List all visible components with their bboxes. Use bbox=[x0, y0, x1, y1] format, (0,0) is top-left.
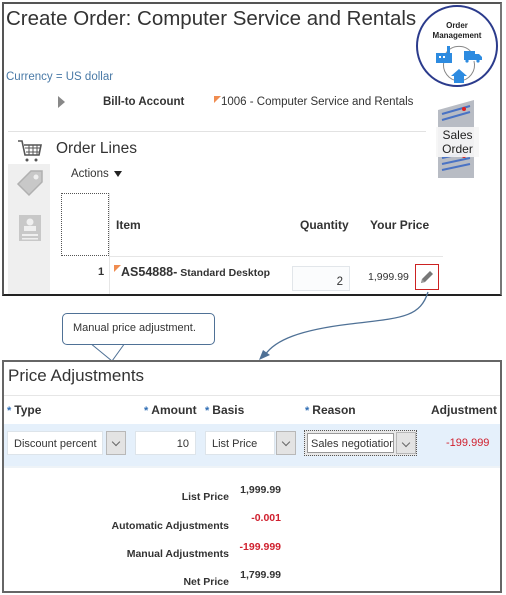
item-description: Standard Desktop bbox=[177, 267, 271, 279]
basis-dropdown-chevron-icon[interactable] bbox=[276, 431, 296, 455]
currency-label: Currency = US dollar bbox=[6, 71, 114, 83]
price-adjustments-title: Price Adjustments bbox=[8, 366, 145, 385]
amount-header-label: Amount bbox=[151, 403, 197, 417]
expand-triangle-icon[interactable] bbox=[58, 96, 65, 108]
callout-text: Manual price adjustment. bbox=[73, 322, 196, 334]
summary-label-automatic-adjustments: Automatic Adjustments bbox=[111, 520, 229, 532]
caret-down-icon bbox=[113, 170, 122, 177]
summary-label-manual-adjustments: Manual Adjustments bbox=[126, 548, 229, 560]
summary-value-list-price: 1,999.99 bbox=[240, 484, 281, 496]
type-dropdown-chevron-icon[interactable] bbox=[106, 431, 126, 455]
sales-order-line1: Sales bbox=[442, 128, 473, 142]
price-tag-icon[interactable] bbox=[15, 168, 45, 198]
page-title: Create Order: Computer Service and Renta… bbox=[6, 7, 417, 30]
row-divider bbox=[4, 466, 500, 468]
reason-header-label: Reason bbox=[312, 403, 356, 417]
row-selector-header[interactable] bbox=[61, 193, 109, 256]
required-marker: * bbox=[305, 405, 310, 417]
section-divider bbox=[8, 131, 426, 132]
column-header-your-price[interactable]: Your Price bbox=[370, 218, 429, 232]
summary-label-net-price: Net Price bbox=[183, 576, 229, 588]
truck-icon bbox=[464, 51, 482, 63]
type-header-label: Type bbox=[14, 403, 42, 417]
basis-select[interactable]: List Price bbox=[205, 431, 275, 455]
shopping-cart-icon bbox=[18, 140, 42, 162]
required-marker: * bbox=[7, 405, 12, 417]
summary-value-manual-adjustments: -199.999 bbox=[239, 541, 281, 553]
reason-dropdown-chevron-icon[interactable] bbox=[396, 432, 416, 454]
order-management-badge: Order Management bbox=[416, 5, 498, 87]
sales-order-line2: Order bbox=[442, 142, 473, 156]
actions-menu-button[interactable]: Actions bbox=[71, 168, 122, 180]
connector-arrow bbox=[259, 291, 429, 360]
column-divider bbox=[109, 193, 110, 294]
changed-indicator-icon bbox=[114, 265, 121, 272]
bill-to-account-label: Bill-to Account bbox=[103, 96, 185, 108]
row-divider bbox=[110, 256, 443, 257]
contact-card-icon[interactable] bbox=[18, 214, 42, 242]
column-header-adjustment: Adjustment bbox=[431, 403, 497, 417]
actions-label: Actions bbox=[71, 168, 109, 180]
badge-title-line1: Order bbox=[446, 21, 468, 30]
pencil-icon bbox=[421, 271, 433, 283]
amount-input[interactable]: 10 bbox=[135, 431, 196, 455]
column-header-reason: * Reason bbox=[305, 403, 356, 417]
summary-label-list-price: List Price bbox=[181, 491, 229, 503]
column-header-basis: * Basis bbox=[205, 403, 244, 417]
badge-title-line2: Management bbox=[432, 31, 482, 40]
column-header-type: * Type bbox=[7, 403, 41, 417]
column-header-item[interactable]: Item bbox=[116, 218, 141, 232]
your-price-value: 1,999.99 bbox=[368, 271, 409, 283]
sales-order-label: Sales Order bbox=[436, 127, 479, 157]
side-tab-order-lines[interactable] bbox=[8, 132, 50, 164]
type-select[interactable]: Discount percent bbox=[7, 431, 103, 455]
required-marker: * bbox=[144, 405, 149, 417]
order-flow-icon bbox=[436, 45, 482, 83]
item-code: AS54888- bbox=[121, 265, 178, 279]
edit-price-button[interactable] bbox=[415, 264, 439, 290]
basis-header-label: Basis bbox=[212, 403, 245, 417]
bill-to-account-value: 1006 - Computer Service and Rentals bbox=[221, 96, 414, 108]
reason-select[interactable]: Sales negotiation bbox=[307, 433, 394, 453]
factory-icon bbox=[436, 46, 452, 63]
summary-value-automatic-adjustments: -0.001 bbox=[251, 512, 281, 524]
home-icon bbox=[451, 69, 467, 83]
line-number: 1 bbox=[98, 266, 105, 278]
column-header-quantity[interactable]: Quantity bbox=[300, 218, 349, 232]
item-value[interactable]: AS54888- Standard Desktop bbox=[121, 265, 270, 279]
section-divider bbox=[4, 395, 500, 396]
order-lines-title: Order Lines bbox=[56, 140, 137, 157]
required-marker: * bbox=[205, 405, 210, 417]
summary-value-net-price: 1,799.99 bbox=[240, 569, 281, 581]
adjustment-value: -199.999 bbox=[446, 437, 490, 449]
column-header-amount: * Amount bbox=[144, 403, 197, 417]
changed-indicator-icon bbox=[214, 96, 221, 103]
